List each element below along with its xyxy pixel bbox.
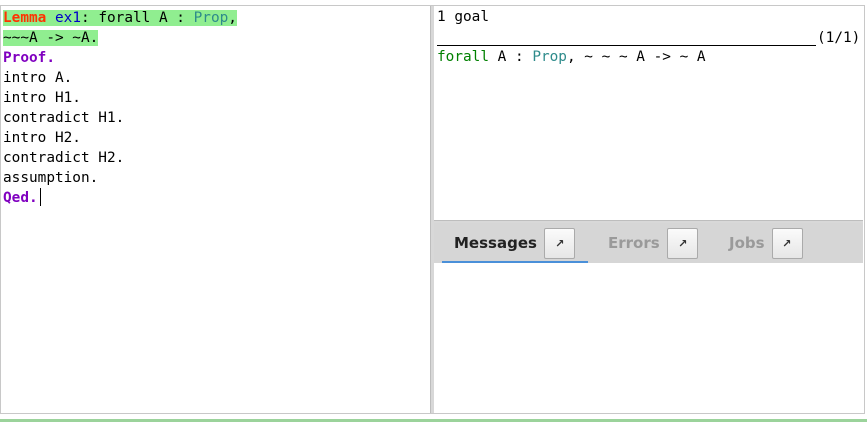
code-line[interactable]: Qed. <box>3 188 41 208</box>
proof-script-editor[interactable]: Lemma ex1: forall A : Prop, ~~~A -> ~A. Pr… <box>1 6 431 413</box>
goal-body: , ~ ~ ~ A -> ~ A <box>566 49 706 65</box>
code-line[interactable]: intro H1. <box>3 88 81 108</box>
jobs-popout-button[interactable]: ↑ <box>771 227 803 259</box>
code-token <box>46 10 55 26</box>
popout-icon: ↑ <box>779 235 795 251</box>
tab-errors-label: Errors <box>608 234 660 252</box>
code-line[interactable]: ~~~A -> ~A. <box>3 28 99 48</box>
goal-count: 1 goal <box>437 9 489 25</box>
code-token: Lemma <box>3 10 47 26</box>
tab-messages-label: Messages <box>454 234 537 252</box>
tab-jobs[interactable]: Jobs ↑ <box>729 223 803 263</box>
code-line[interactable]: Proof. <box>3 48 55 68</box>
code-token: ex1 <box>55 10 81 26</box>
code-token: Qed. <box>3 190 38 206</box>
goal-separator <box>437 45 816 46</box>
messages-popout-button[interactable]: ↑ <box>543 227 575 259</box>
code-token: assumption. <box>3 170 99 186</box>
code-token: Prop <box>193 10 229 26</box>
popout-icon: ↑ <box>674 235 691 251</box>
errors-popout-button[interactable]: ↑ <box>666 227 698 259</box>
code-token: , <box>228 10 237 26</box>
goal-conclusion: forall A : Prop, ~ ~ ~ A -> ~ A <box>437 47 706 67</box>
popout-icon: ↑ <box>551 235 568 251</box>
goal-forall-keyword: forall <box>437 49 489 65</box>
text-cursor <box>39 188 41 206</box>
code-line[interactable]: Lemma ex1: forall A : Prop, <box>3 8 237 28</box>
goal-binder: A : <box>488 49 533 65</box>
tab-messages[interactable]: Messages ↑ <box>454 223 575 263</box>
code-line[interactable]: contradict H1. <box>3 108 124 128</box>
goal-index: (1/1) <box>817 30 861 46</box>
code-line[interactable]: assumption. <box>3 168 98 188</box>
tab-jobs-label: Jobs <box>729 234 765 252</box>
code-token: Proof. <box>3 50 55 66</box>
message-tabs: Messages ↑ Errors ↑ Jobs ↑ <box>434 223 863 263</box>
code-token: intro H1. <box>3 90 81 106</box>
code-token: ~~~A -> ~A. <box>3 30 99 46</box>
goal-type: Prop <box>532 49 567 65</box>
code-line[interactable]: contradict H2. <box>3 148 124 168</box>
code-token: intro H2. <box>3 130 81 146</box>
code-token: intro A. <box>3 70 73 86</box>
code-line[interactable]: intro A. <box>3 68 72 88</box>
goals-panel: 1 goal (1/1) forall A : Prop, ~ ~ ~ A ->… <box>434 6 863 220</box>
code-token: : forall A : <box>81 10 194 26</box>
code-token: contradict H1. <box>3 110 125 126</box>
messages-area <box>434 263 863 413</box>
code-token: contradict H2. <box>3 150 125 166</box>
code-line[interactable]: intro H2. <box>3 128 81 148</box>
tab-errors[interactable]: Errors ↑ <box>608 223 698 263</box>
